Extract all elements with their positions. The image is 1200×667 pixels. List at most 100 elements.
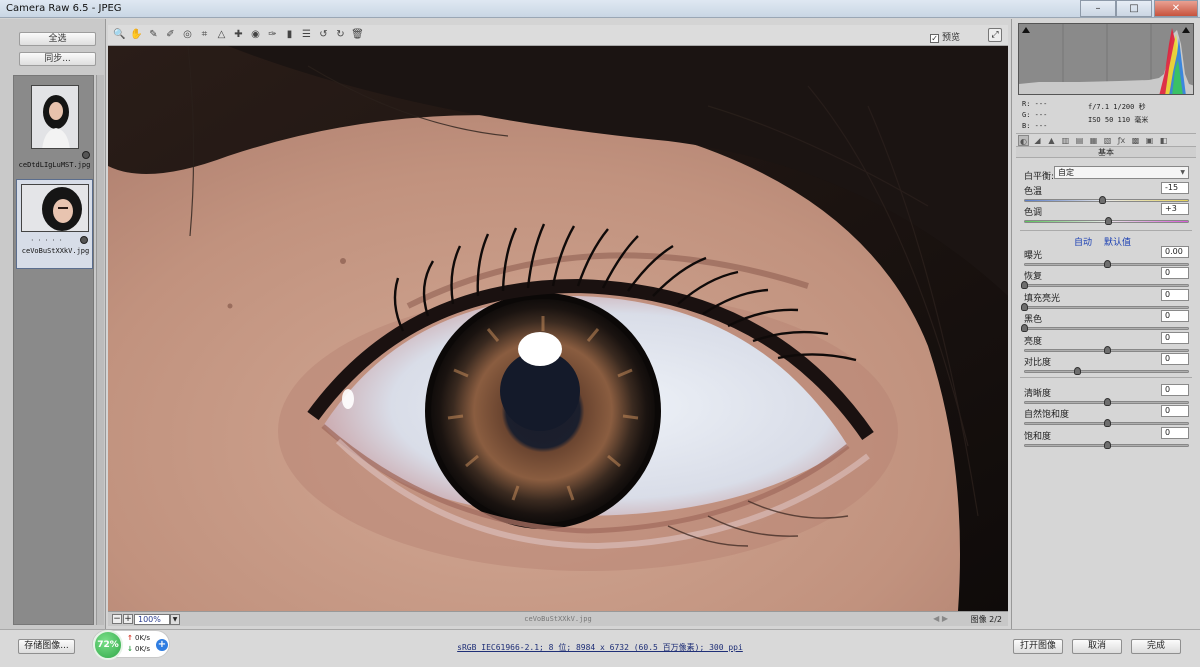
- slider-value-field[interactable]: 0: [1161, 310, 1189, 322]
- cancel-button[interactable]: 取消: [1072, 639, 1122, 654]
- slider-value-field[interactable]: 0: [1161, 353, 1189, 365]
- slider-track[interactable]: [1024, 199, 1189, 202]
- slider-value-field[interactable]: 0: [1161, 405, 1189, 417]
- slider-tint[interactable]: 色调 +3: [1024, 203, 1189, 225]
- zoom-tool-icon[interactable]: 🔍: [113, 28, 126, 41]
- presets-tab-icon[interactable]: ▩: [1130, 135, 1141, 146]
- done-button[interactable]: 完成: [1131, 639, 1181, 654]
- preview-checkbox[interactable]: ✓ 预览: [930, 30, 960, 43]
- select-all-button[interactable]: 全选: [19, 32, 96, 46]
- slider-brightness[interactable]: 亮度 0: [1024, 332, 1189, 354]
- basic-tab-icon[interactable]: ◐: [1018, 135, 1029, 146]
- color-sampler-tool-icon[interactable]: ✐: [164, 28, 177, 41]
- slider-exposure[interactable]: 曝光 0.00: [1024, 246, 1189, 268]
- preview-check-icon[interactable]: ✓: [930, 34, 940, 43]
- default-link[interactable]: 默认值: [1104, 235, 1131, 248]
- thumbnail-item[interactable]: ceDtdLIgLuMST.jpg: [16, 81, 93, 171]
- slider-blacks[interactable]: 黑色 0: [1021, 310, 1189, 332]
- thumbnail-item-selected[interactable]: · · · · · ceVoBuStXXkV.jpg: [16, 179, 93, 269]
- slider-track[interactable]: [1024, 284, 1189, 287]
- chevron-down-icon: ▼: [1180, 169, 1185, 176]
- snapshots-tab-icon[interactable]: ▣: [1144, 135, 1155, 146]
- maximize-button[interactable]: □: [1116, 0, 1152, 17]
- fullscreen-icon[interactable]: ⤢: [988, 28, 1002, 42]
- lens-corrections-tab-icon[interactable]: ▦: [1088, 135, 1099, 146]
- slider-label: 填充亮光: [1024, 294, 1061, 304]
- slider-value-field[interactable]: 0: [1161, 289, 1189, 301]
- slider-value-field[interactable]: 0: [1161, 384, 1189, 396]
- settings-menu-icon[interactable]: ◧: [1158, 135, 1169, 146]
- targeted-adjustment-tool-icon[interactable]: ◎: [181, 28, 194, 41]
- straighten-tool-icon[interactable]: △: [215, 28, 228, 41]
- slider-label: 恢复: [1024, 272, 1043, 282]
- effects-tab-icon[interactable]: ▧: [1102, 135, 1113, 146]
- slider-value-field[interactable]: -15: [1161, 182, 1189, 194]
- shadow-clip-warning-icon[interactable]: [1022, 27, 1030, 33]
- divider: [1020, 230, 1192, 231]
- slider-handle[interactable]: [1073, 367, 1081, 375]
- adjustment-brush-tool-icon[interactable]: ✑: [266, 28, 279, 41]
- slider-track[interactable]: [1024, 370, 1189, 373]
- thumbnail-image: [21, 184, 89, 232]
- red-eye-tool-icon[interactable]: ◉: [249, 28, 262, 41]
- eye-photo: [108, 46, 1008, 611]
- auto-link[interactable]: 自动: [1074, 235, 1092, 248]
- graduated-filter-tool-icon[interactable]: ▮: [283, 28, 296, 41]
- slider-temperature[interactable]: 色温 -15: [1024, 182, 1189, 204]
- thumbnail-image: [31, 85, 79, 149]
- slider-clarity[interactable]: 清晰度 0: [1024, 384, 1189, 406]
- trash-tool-icon[interactable]: 🗑: [351, 28, 364, 41]
- split-toning-tab-icon[interactable]: ▤: [1074, 135, 1085, 146]
- slider-recovery[interactable]: 恢复 0: [1021, 267, 1189, 289]
- hand-tool-icon[interactable]: ✋: [130, 28, 143, 41]
- slider-track[interactable]: [1024, 327, 1189, 330]
- slider-value-field[interactable]: +3: [1161, 203, 1189, 215]
- sync-button[interactable]: 同步...: [19, 52, 96, 66]
- camera-calibration-tab-icon[interactable]: ƒx: [1116, 135, 1127, 146]
- slider-handle[interactable]: [1103, 260, 1111, 268]
- white-balance-select[interactable]: 自定 ▼: [1054, 166, 1189, 179]
- slider-fill-light[interactable]: 填充亮光 0: [1021, 289, 1189, 311]
- close-button[interactable]: ✕: [1154, 0, 1198, 17]
- slider-handle[interactable]: [1021, 303, 1028, 311]
- slider-handle[interactable]: [1098, 196, 1106, 204]
- slider-saturation[interactable]: 饱和度 0: [1024, 427, 1189, 449]
- rotate-left-tool-icon[interactable]: ↺: [317, 28, 330, 41]
- detail-tab-icon[interactable]: ▲: [1046, 135, 1057, 146]
- highlight-clip-warning-icon[interactable]: [1182, 27, 1190, 33]
- tool-bar: 🔍 ✋ ✎ ✐ ◎ ⌗ △ ✚ ◉ ✑ ▮ ☰ ↺ ↻ 🗑 ✓ 预览 ⤢: [108, 25, 1008, 46]
- white-balance-tool-icon[interactable]: ✎: [147, 28, 160, 41]
- current-filename: ceVoBuStXXkV.jpg: [524, 615, 592, 623]
- slider-value-field[interactable]: 0: [1161, 427, 1189, 439]
- rating-stars[interactable]: · · · · ·: [17, 236, 77, 245]
- minimize-button[interactable]: –: [1080, 0, 1116, 17]
- slider-handle[interactable]: [1103, 441, 1111, 449]
- slider-handle[interactable]: [1105, 217, 1113, 225]
- iso-focal-length: ISO 50 110 毫米: [1088, 116, 1149, 124]
- slider-value-field[interactable]: 0.00: [1161, 246, 1189, 258]
- slider-handle[interactable]: [1103, 419, 1111, 427]
- slider-handle[interactable]: [1021, 281, 1028, 289]
- slider-handle[interactable]: [1103, 398, 1111, 406]
- slider-value-field[interactable]: 0: [1161, 267, 1189, 279]
- filmstrip-scrollbar[interactable]: [96, 75, 104, 625]
- tone-curve-tab-icon[interactable]: ◢: [1032, 135, 1043, 146]
- spot-removal-tool-icon[interactable]: ✚: [232, 28, 245, 41]
- slider-handle[interactable]: [1103, 346, 1111, 354]
- crop-tool-icon[interactable]: ⌗: [198, 28, 211, 41]
- hsl-tab-icon[interactable]: ▥: [1060, 135, 1071, 146]
- slider-track[interactable]: [1024, 306, 1189, 309]
- filmstrip-list: ceDtdLIgLuMST.jpg · · · · · ceVoBuStXXkV…: [13, 75, 94, 625]
- open-image-button[interactable]: 打开图像: [1013, 639, 1063, 654]
- slider-value-field[interactable]: 0: [1161, 332, 1189, 344]
- preferences-tool-icon[interactable]: ☰: [300, 28, 313, 41]
- slider-contrast[interactable]: 对比度 0: [1024, 353, 1189, 375]
- slider-handle[interactable]: [1021, 324, 1028, 332]
- image-preview[interactable]: [108, 46, 1008, 611]
- aperture-shutter: f/7.1 1/200 秒: [1088, 103, 1146, 111]
- upload-speed-value: 0K/s: [135, 634, 151, 642]
- image-navigation-arrows[interactable]: ◀ ▶: [933, 614, 948, 623]
- rotate-right-tool-icon[interactable]: ↻: [334, 28, 347, 41]
- histogram: [1018, 23, 1194, 95]
- slider-vibrance[interactable]: 自然饱和度 0: [1024, 405, 1189, 427]
